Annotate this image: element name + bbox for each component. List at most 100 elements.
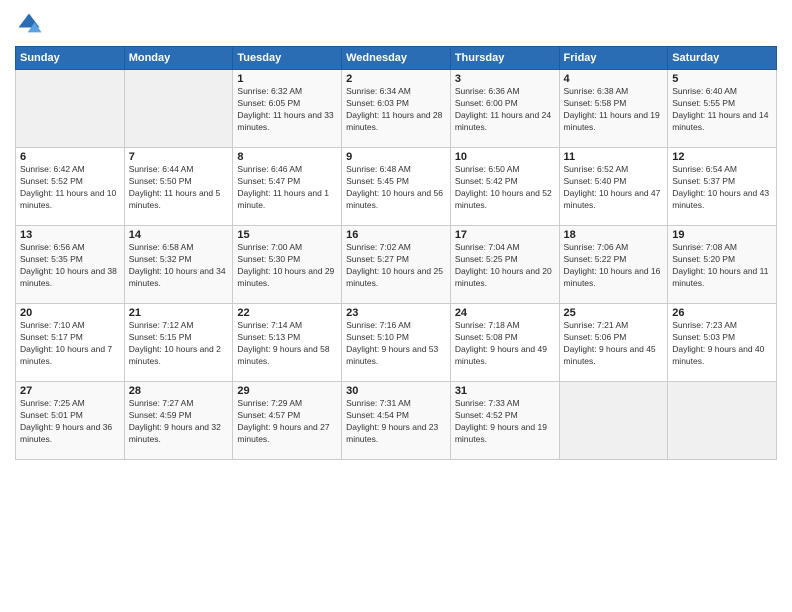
day-number: 11: [564, 151, 664, 163]
sunset: Sunset: 5:06 PM: [564, 332, 627, 342]
daylight: Daylight: 9 hours and 40 minutes.: [672, 344, 764, 366]
day-number: 31: [455, 385, 555, 397]
daylight: Daylight: 10 hours and 7 minutes.: [20, 344, 112, 366]
sunrise: Sunrise: 6:32 AM: [237, 86, 302, 96]
sunrise: Sunrise: 6:44 AM: [129, 164, 194, 174]
sunset: Sunset: 5:47 PM: [237, 176, 300, 186]
daylight: Daylight: 11 hours and 33 minutes.: [237, 110, 333, 132]
calendar-day-cell: 29 Sunrise: 7:29 AM Sunset: 4:57 PM Dayl…: [233, 382, 342, 460]
day-number: 7: [129, 151, 229, 163]
calendar-day-cell: 24 Sunrise: 7:18 AM Sunset: 5:08 PM Dayl…: [450, 304, 559, 382]
daylight: Daylight: 9 hours and 32 minutes.: [129, 422, 221, 444]
calendar-day-cell: 10 Sunrise: 6:50 AM Sunset: 5:42 PM Dayl…: [450, 148, 559, 226]
day-info: Sunrise: 7:12 AM Sunset: 5:15 PM Dayligh…: [129, 320, 229, 368]
calendar-table: SundayMondayTuesdayWednesdayThursdayFrid…: [15, 46, 777, 460]
calendar-week-row: 6 Sunrise: 6:42 AM Sunset: 5:52 PM Dayli…: [16, 148, 777, 226]
calendar-day-cell: [16, 70, 125, 148]
daylight: Daylight: 9 hours and 36 minutes.: [20, 422, 112, 444]
calendar-day-cell: 19 Sunrise: 7:08 AM Sunset: 5:20 PM Dayl…: [668, 226, 777, 304]
sunrise: Sunrise: 6:36 AM: [455, 86, 520, 96]
sunset: Sunset: 5:10 PM: [346, 332, 409, 342]
day-info: Sunrise: 7:14 AM Sunset: 5:13 PM Dayligh…: [237, 320, 337, 368]
day-number: 3: [455, 73, 555, 85]
calendar-week-row: 27 Sunrise: 7:25 AM Sunset: 5:01 PM Dayl…: [16, 382, 777, 460]
day-info: Sunrise: 6:32 AM Sunset: 6:05 PM Dayligh…: [237, 86, 337, 134]
calendar-day-cell: 25 Sunrise: 7:21 AM Sunset: 5:06 PM Dayl…: [559, 304, 668, 382]
day-info: Sunrise: 6:50 AM Sunset: 5:42 PM Dayligh…: [455, 164, 555, 212]
day-number: 21: [129, 307, 229, 319]
calendar-day-cell: 23 Sunrise: 7:16 AM Sunset: 5:10 PM Dayl…: [342, 304, 451, 382]
day-info: Sunrise: 6:36 AM Sunset: 6:00 PM Dayligh…: [455, 86, 555, 134]
sunrise: Sunrise: 6:52 AM: [564, 164, 629, 174]
calendar-day-cell: 2 Sunrise: 6:34 AM Sunset: 6:03 PM Dayli…: [342, 70, 451, 148]
weekday-header: Thursday: [450, 47, 559, 70]
day-info: Sunrise: 7:31 AM Sunset: 4:54 PM Dayligh…: [346, 398, 446, 446]
calendar-week-row: 1 Sunrise: 6:32 AM Sunset: 6:05 PM Dayli…: [16, 70, 777, 148]
sunrise: Sunrise: 6:48 AM: [346, 164, 411, 174]
sunrise: Sunrise: 7:25 AM: [20, 398, 85, 408]
day-info: Sunrise: 7:16 AM Sunset: 5:10 PM Dayligh…: [346, 320, 446, 368]
day-number: 12: [672, 151, 772, 163]
calendar-day-cell: 31 Sunrise: 7:33 AM Sunset: 4:52 PM Dayl…: [450, 382, 559, 460]
sunrise: Sunrise: 7:27 AM: [129, 398, 194, 408]
day-info: Sunrise: 7:02 AM Sunset: 5:27 PM Dayligh…: [346, 242, 446, 290]
daylight: Daylight: 10 hours and 38 minutes.: [20, 266, 117, 288]
sunrise: Sunrise: 6:34 AM: [346, 86, 411, 96]
sunset: Sunset: 4:57 PM: [237, 410, 300, 420]
calendar-container: SundayMondayTuesdayWednesdayThursdayFrid…: [0, 0, 792, 612]
calendar-day-cell: 5 Sunrise: 6:40 AM Sunset: 5:55 PM Dayli…: [668, 70, 777, 148]
day-info: Sunrise: 6:42 AM Sunset: 5:52 PM Dayligh…: [20, 164, 120, 212]
sunset: Sunset: 5:03 PM: [672, 332, 735, 342]
daylight: Daylight: 11 hours and 1 minute.: [237, 188, 329, 210]
day-info: Sunrise: 7:08 AM Sunset: 5:20 PM Dayligh…: [672, 242, 772, 290]
sunset: Sunset: 5:20 PM: [672, 254, 735, 264]
day-info: Sunrise: 6:46 AM Sunset: 5:47 PM Dayligh…: [237, 164, 337, 212]
daylight: Daylight: 9 hours and 19 minutes.: [455, 422, 547, 444]
day-number: 10: [455, 151, 555, 163]
logo-icon: [15, 10, 43, 38]
calendar-day-cell: 6 Sunrise: 6:42 AM Sunset: 5:52 PM Dayli…: [16, 148, 125, 226]
weekday-header: Friday: [559, 47, 668, 70]
sunset: Sunset: 5:22 PM: [564, 254, 627, 264]
day-info: Sunrise: 6:38 AM Sunset: 5:58 PM Dayligh…: [564, 86, 664, 134]
sunset: Sunset: 5:01 PM: [20, 410, 83, 420]
day-info: Sunrise: 7:10 AM Sunset: 5:17 PM Dayligh…: [20, 320, 120, 368]
day-number: 25: [564, 307, 664, 319]
sunrise: Sunrise: 7:02 AM: [346, 242, 411, 252]
calendar-day-cell: 22 Sunrise: 7:14 AM Sunset: 5:13 PM Dayl…: [233, 304, 342, 382]
calendar-day-cell: 17 Sunrise: 7:04 AM Sunset: 5:25 PM Dayl…: [450, 226, 559, 304]
day-info: Sunrise: 7:25 AM Sunset: 5:01 PM Dayligh…: [20, 398, 120, 446]
day-number: 14: [129, 229, 229, 241]
day-number: 23: [346, 307, 446, 319]
day-info: Sunrise: 7:21 AM Sunset: 5:06 PM Dayligh…: [564, 320, 664, 368]
sunrise: Sunrise: 6:56 AM: [20, 242, 85, 252]
weekday-header: Wednesday: [342, 47, 451, 70]
sunset: Sunset: 5:15 PM: [129, 332, 192, 342]
day-info: Sunrise: 6:56 AM Sunset: 5:35 PM Dayligh…: [20, 242, 120, 290]
calendar-day-cell: 11 Sunrise: 6:52 AM Sunset: 5:40 PM Dayl…: [559, 148, 668, 226]
day-info: Sunrise: 7:23 AM Sunset: 5:03 PM Dayligh…: [672, 320, 772, 368]
logo: [15, 10, 47, 38]
calendar-day-cell: 30 Sunrise: 7:31 AM Sunset: 4:54 PM Dayl…: [342, 382, 451, 460]
calendar-day-cell: 8 Sunrise: 6:46 AM Sunset: 5:47 PM Dayli…: [233, 148, 342, 226]
sunset: Sunset: 5:42 PM: [455, 176, 518, 186]
daylight: Daylight: 10 hours and 43 minutes.: [672, 188, 769, 210]
calendar-day-cell: 12 Sunrise: 6:54 AM Sunset: 5:37 PM Dayl…: [668, 148, 777, 226]
day-number: 20: [20, 307, 120, 319]
sunset: Sunset: 5:45 PM: [346, 176, 409, 186]
calendar-day-cell: [124, 70, 233, 148]
sunrise: Sunrise: 6:54 AM: [672, 164, 737, 174]
sunrise: Sunrise: 7:33 AM: [455, 398, 520, 408]
day-number: 1: [237, 73, 337, 85]
sunrise: Sunrise: 7:08 AM: [672, 242, 737, 252]
sunrise: Sunrise: 7:06 AM: [564, 242, 629, 252]
day-info: Sunrise: 6:44 AM Sunset: 5:50 PM Dayligh…: [129, 164, 229, 212]
calendar-day-cell: 3 Sunrise: 6:36 AM Sunset: 6:00 PM Dayli…: [450, 70, 559, 148]
sunset: Sunset: 5:58 PM: [564, 98, 627, 108]
day-info: Sunrise: 7:27 AM Sunset: 4:59 PM Dayligh…: [129, 398, 229, 446]
calendar-day-cell: 21 Sunrise: 7:12 AM Sunset: 5:15 PM Dayl…: [124, 304, 233, 382]
daylight: Daylight: 11 hours and 24 minutes.: [455, 110, 551, 132]
calendar-day-cell: [559, 382, 668, 460]
day-number: 24: [455, 307, 555, 319]
calendar-day-cell: 13 Sunrise: 6:56 AM Sunset: 5:35 PM Dayl…: [16, 226, 125, 304]
